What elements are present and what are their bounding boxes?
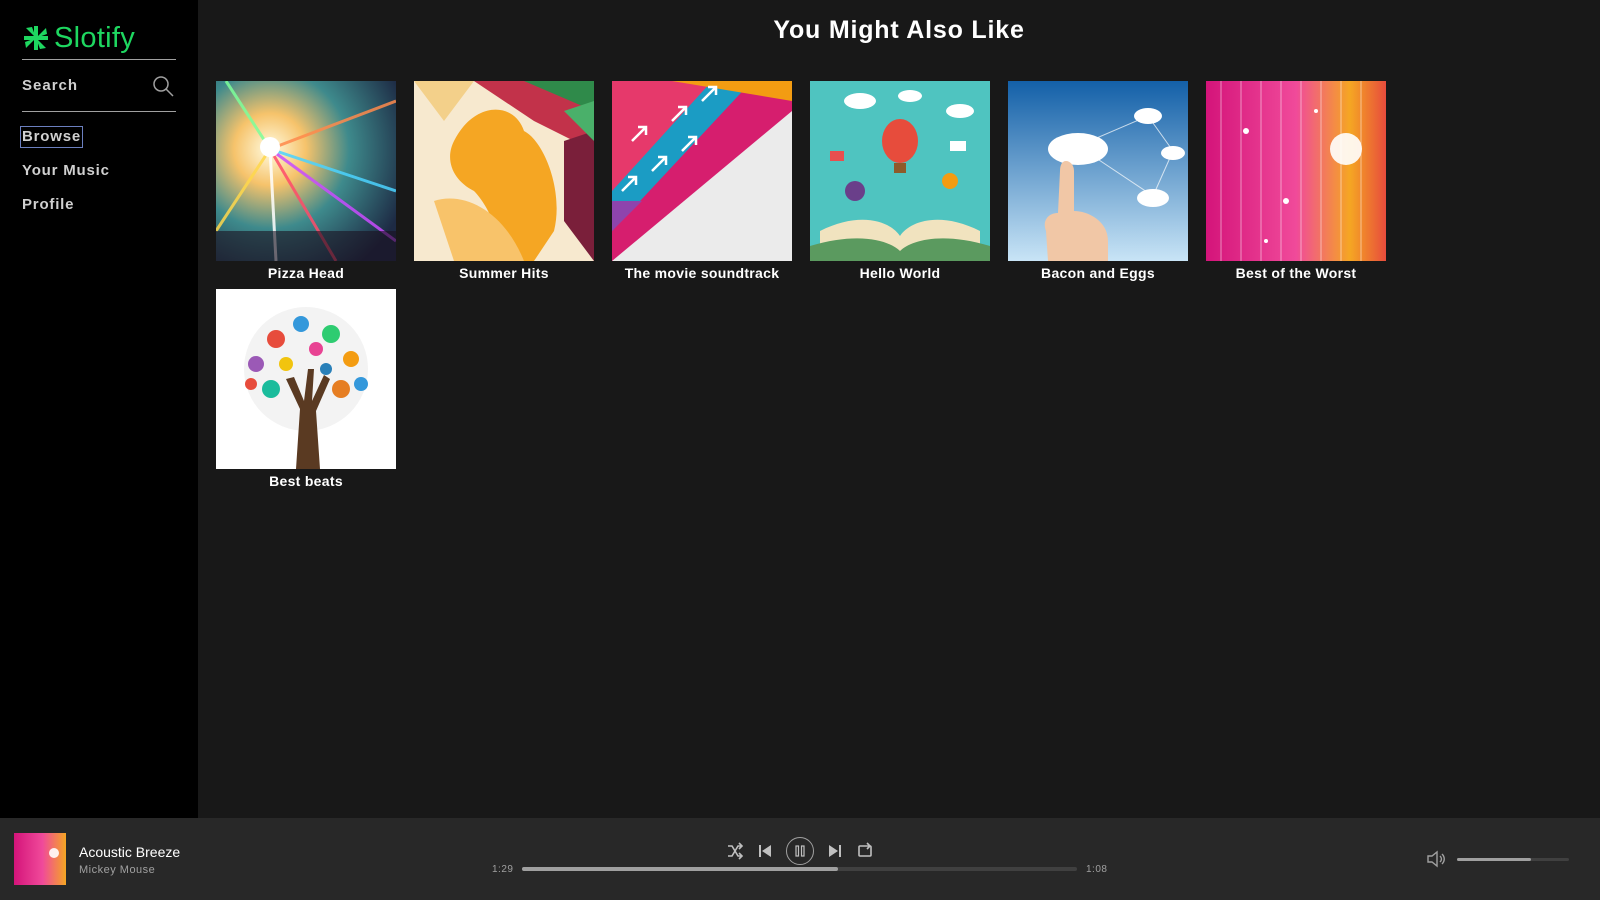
current-time: 1:29 — [492, 864, 514, 875]
logo[interactable]: Slotify — [22, 20, 176, 60]
track-title[interactable]: Acoustic Breeze — [79, 844, 180, 860]
album-title[interactable]: Best of the Worst — [1206, 264, 1386, 282]
nav-item-your-music[interactable]: Your Music — [22, 162, 110, 179]
next-icon[interactable] — [826, 842, 844, 860]
volume-fill — [1457, 858, 1531, 861]
progress-bar[interactable] — [522, 867, 1077, 871]
pause-button[interactable] — [786, 837, 814, 865]
pause-icon — [795, 845, 805, 857]
album-cover[interactable] — [612, 81, 792, 261]
album-grid: Pizza Head Summer Hits The movie soundtr… — [216, 81, 1416, 490]
album-card[interactable]: Summer Hits — [414, 81, 594, 282]
progress-fill — [522, 867, 839, 871]
search-icon[interactable] — [152, 75, 174, 97]
album-card[interactable]: Bacon and Eggs — [1008, 81, 1188, 282]
now-playing-artwork[interactable] — [14, 833, 66, 885]
album-cover[interactable] — [414, 81, 594, 261]
album-title[interactable]: Summer Hits — [414, 264, 594, 282]
playback-controls — [726, 837, 874, 865]
album-cover[interactable] — [1008, 81, 1188, 261]
app-window: Slotify Search Browse Your Music Profile… — [0, 0, 1600, 900]
previous-icon[interactable] — [756, 842, 774, 860]
search-link[interactable]: Search — [22, 60, 176, 112]
album-card[interactable]: Best of the Worst — [1206, 81, 1386, 282]
now-playing-bar: Acoustic Breeze Mickey Mouse 1:29 1:08 — [0, 818, 1600, 900]
page-title: You Might Also Like — [773, 16, 1025, 44]
repeat-icon[interactable] — [856, 842, 874, 860]
sidebar: Slotify Search Browse Your Music Profile — [0, 0, 198, 818]
sidebar-nav: Browse Your Music Profile — [20, 126, 176, 214]
album-card[interactable]: Best beats — [216, 289, 396, 490]
album-card[interactable]: The movie soundtrack — [612, 81, 792, 282]
nav-item-profile[interactable]: Profile — [22, 196, 74, 213]
total-time: 1:08 — [1086, 864, 1108, 875]
album-cover[interactable] — [216, 81, 396, 261]
album-title[interactable]: Hello World — [810, 264, 990, 282]
search-label: Search — [22, 77, 79, 94]
slotify-logo-icon — [22, 24, 50, 52]
album-title[interactable]: The movie soundtrack — [612, 264, 792, 282]
album-title[interactable]: Pizza Head — [216, 264, 396, 282]
volume-slider[interactable] — [1457, 858, 1569, 861]
album-card[interactable]: Pizza Head — [216, 81, 396, 282]
main-content: You Might Also Like Pizza Head Summer Hi… — [198, 0, 1600, 818]
album-cover[interactable] — [810, 81, 990, 261]
shuffle-icon[interactable] — [726, 842, 744, 860]
track-artist[interactable]: Mickey Mouse — [79, 864, 155, 876]
album-cover[interactable] — [1206, 81, 1386, 261]
album-card[interactable]: Hello World — [810, 81, 990, 282]
volume-icon[interactable] — [1426, 850, 1446, 868]
logo-text: Slotify — [54, 21, 136, 54]
album-title[interactable]: Bacon and Eggs — [1008, 264, 1188, 282]
album-title[interactable]: Best beats — [216, 472, 396, 490]
album-cover[interactable] — [216, 289, 396, 469]
nav-item-browse[interactable]: Browse — [20, 126, 83, 148]
